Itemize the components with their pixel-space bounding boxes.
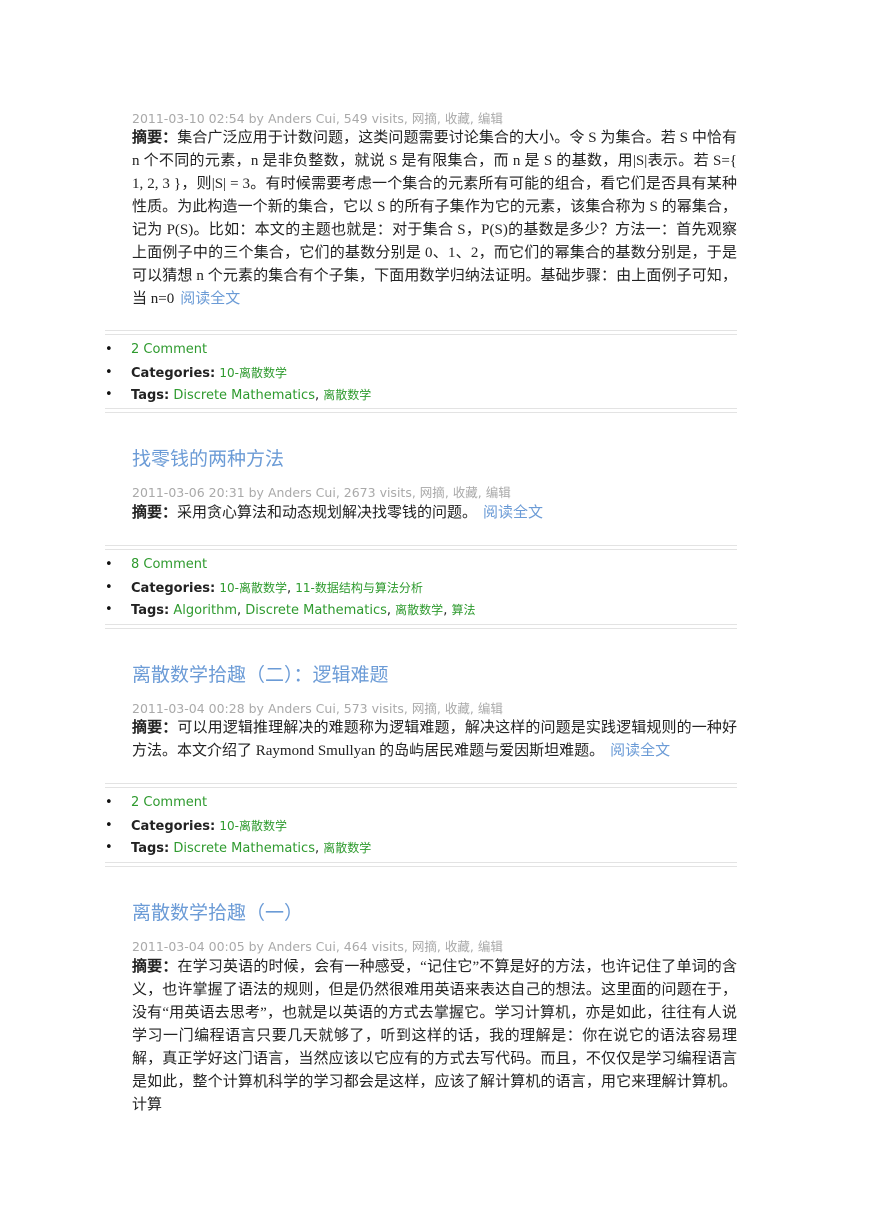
- comment-item: • 2 Comment: [105, 339, 371, 362]
- read-more-link[interactable]: 阅读全文: [610, 743, 670, 759]
- bullet-icon: •: [105, 795, 113, 810]
- post-summary: 摘要：可以用逻辑推理解决的难题称为逻辑难题，解决这样的问题是实践逻辑规则的一种好…: [132, 717, 737, 763]
- comment-link[interactable]: 8 Comment: [131, 557, 207, 572]
- tags-item: • Tags: Discrete Mathematics, 离散数学: [105, 384, 371, 407]
- read-more-link[interactable]: 阅读全文: [483, 505, 543, 521]
- categories-item: • Categories: 10-离散数学: [105, 815, 371, 838]
- post-title[interactable]: 找零钱的两种方法: [132, 444, 284, 471]
- bullet-icon: •: [105, 579, 113, 595]
- divider: [105, 408, 737, 413]
- tag-link[interactable]: Discrete Mathematics: [173, 388, 315, 403]
- categories-label: Categories:: [131, 818, 216, 834]
- post-title[interactable]: 离散数学拾趣（二）：逻辑难题: [132, 660, 389, 687]
- divider: [105, 862, 737, 867]
- summary-label: 摘要：: [132, 130, 178, 146]
- post-title[interactable]: 离散数学拾趣（一）: [132, 898, 303, 925]
- post-by: by: [248, 701, 264, 716]
- tags-label: Tags:: [131, 388, 170, 403]
- post-visits: 573 visits,: [343, 701, 408, 716]
- divider: [105, 545, 737, 550]
- post-visits: 549 visits,: [343, 111, 408, 126]
- post-author: Anders Cui: [267, 111, 336, 126]
- post-summary: 摘要：采用贪心算法和动态规划解决找零钱的问题。 阅读全文: [132, 502, 737, 525]
- summary-label: 摘要：: [132, 959, 178, 975]
- bullet-icon: •: [105, 817, 113, 833]
- post-by: by: [248, 111, 264, 126]
- post-date: 2011-03-06 20:31: [132, 485, 245, 500]
- post-meta: 2011-03-04 00:05 by Anders Cui, 464 visi…: [132, 939, 503, 954]
- post-meta: 2011-03-06 20:31 by Anders Cui, 2673 vis…: [132, 485, 511, 500]
- edit-link[interactable]: 编辑: [478, 701, 503, 716]
- post-by: by: [248, 939, 264, 954]
- comment-item: • 8 Comment: [105, 554, 475, 577]
- summary-text: 采用贪心算法和动态规划解决找零钱的问题。: [177, 505, 478, 521]
- tag-link[interactable]: 离散数学: [323, 388, 371, 402]
- tags-label: Tags:: [131, 603, 170, 618]
- categories-label: Categories:: [131, 580, 216, 596]
- post-author: Anders Cui: [267, 939, 336, 954]
- post-by: by: [248, 485, 264, 500]
- categories-label: Categories:: [131, 365, 216, 381]
- post-date: 2011-03-04 00:28: [132, 701, 245, 716]
- tag-link[interactable]: 离散数学: [323, 841, 371, 855]
- tags-item: • Tags: Discrete Mathematics, 离散数学: [105, 837, 371, 860]
- tag-link[interactable]: 离散数学: [395, 603, 443, 617]
- favorite-link[interactable]: 收藏: [453, 485, 478, 500]
- post-info-list: • 2 Comment • Categories: 10-离散数学 • Tags: D…: [105, 339, 371, 407]
- post-meta: 2011-03-04 00:28 by Anders Cui, 573 visi…: [132, 701, 503, 716]
- post-info-list: • 8 Comment • Categories: 10-离散数学, 11-数据结构…: [105, 554, 475, 622]
- category-link[interactable]: 10-离散数学: [219, 819, 287, 833]
- comment-link[interactable]: 2 Comment: [131, 795, 207, 810]
- blog-post-list: 2011-03-10 02:54 by Anders Cui, 549 visi…: [0, 0, 869, 1228]
- bullet-icon: •: [105, 342, 113, 357]
- bullet-icon: •: [105, 387, 113, 402]
- bullet-icon: •: [105, 840, 113, 855]
- bookmark-link[interactable]: 网摘: [420, 485, 445, 500]
- post-summary: 摘要：在学习英语的时候，会有一种感受，“记住它”不算是好的方法，也许记住了单词的…: [132, 956, 737, 1117]
- divider: [105, 330, 737, 335]
- bookmark-link[interactable]: 网摘: [412, 111, 437, 126]
- category-link[interactable]: 10-离散数学: [219, 581, 287, 595]
- divider: [105, 783, 737, 788]
- comment-item: • 2 Comment: [105, 792, 371, 815]
- summary-label: 摘要：: [132, 505, 178, 521]
- categories-item: • Categories: 10-离散数学, 11-数据结构与算法分析: [105, 577, 475, 600]
- category-link[interactable]: 10-离散数学: [219, 366, 287, 380]
- favorite-link[interactable]: 收藏: [445, 701, 470, 716]
- tag-link[interactable]: Discrete Mathematics: [173, 841, 315, 856]
- tag-link[interactable]: Algorithm: [173, 603, 237, 618]
- tags-label: Tags:: [131, 841, 170, 856]
- post-visits: 464 visits,: [343, 939, 408, 954]
- post-summary: 摘要：集合广泛应用于计数问题，这类问题需要讨论集合的大小。令 S 为集合。若 S…: [132, 127, 737, 311]
- post-author: Anders Cui: [267, 485, 336, 500]
- post-visits: 2673 visits,: [343, 485, 416, 500]
- post-date: 2011-03-10 02:54: [132, 111, 245, 126]
- category-link[interactable]: 11-数据结构与算法分析: [295, 581, 423, 595]
- tag-link[interactable]: 算法: [451, 603, 475, 617]
- bookmark-link[interactable]: 网摘: [412, 701, 437, 716]
- edit-link[interactable]: 编辑: [478, 111, 503, 126]
- divider: [105, 624, 737, 629]
- bullet-icon: •: [105, 364, 113, 380]
- tag-link[interactable]: Discrete Mathematics: [245, 603, 387, 618]
- post-meta: 2011-03-10 02:54 by Anders Cui, 549 visi…: [132, 111, 503, 126]
- bullet-icon: •: [105, 557, 113, 572]
- post-date: 2011-03-04 00:05: [132, 939, 245, 954]
- summary-text: 在学习英语的时候，会有一种感受，“记住它”不算是好的方法，也许记住了单词的含义，…: [132, 959, 737, 1113]
- edit-link[interactable]: 编辑: [478, 939, 503, 954]
- post-info-list: • 2 Comment • Categories: 10-离散数学 • Tags: D…: [105, 792, 371, 860]
- tags-item: • Tags: Algorithm, Discrete Mathematics, …: [105, 599, 475, 622]
- favorite-link[interactable]: 收藏: [445, 939, 470, 954]
- favorite-link[interactable]: 收藏: [445, 111, 470, 126]
- read-more-link[interactable]: 阅读全文: [180, 291, 240, 307]
- comment-link[interactable]: 2 Comment: [131, 342, 207, 357]
- edit-link[interactable]: 编辑: [486, 485, 511, 500]
- bullet-icon: •: [105, 602, 113, 617]
- categories-item: • Categories: 10-离散数学: [105, 362, 371, 385]
- summary-label: 摘要：: [132, 720, 178, 736]
- bookmark-link[interactable]: 网摘: [412, 939, 437, 954]
- summary-text: 集合广泛应用于计数问题，这类问题需要讨论集合的大小。令 S 为集合。若 S 中恰…: [132, 130, 737, 307]
- post-author: Anders Cui: [267, 701, 336, 716]
